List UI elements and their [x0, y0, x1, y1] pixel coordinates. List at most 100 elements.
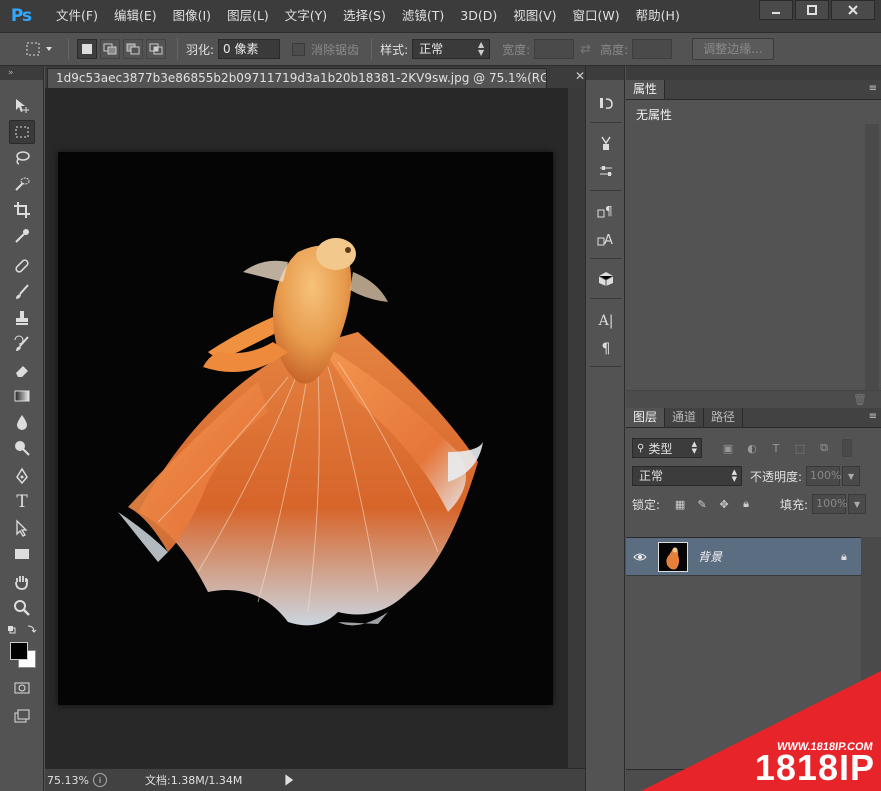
screen-mode-icon[interactable]: [9, 704, 35, 728]
chevron-down-icon[interactable]: ▼: [848, 494, 867, 514]
tab-properties[interactable]: 属性: [626, 80, 666, 99]
quick-selection-tool-icon[interactable]: [9, 172, 35, 196]
width-input[interactable]: [534, 39, 575, 59]
layer-row[interactable]: 背景 🔒︎: [626, 538, 861, 576]
rectangle-shape-tool-icon[interactable]: [9, 542, 35, 566]
shape-layer-filter-icon[interactable]: ⬚: [790, 440, 810, 456]
panel-menu-icon[interactable]: ≡: [869, 411, 877, 422]
tab-layers[interactable]: 图层: [626, 408, 666, 427]
style-select[interactable]: 正常 ▲ ▼: [412, 39, 491, 59]
layer-name[interactable]: 背景: [698, 548, 841, 565]
menu-layer[interactable]: 图层(L): [219, 0, 277, 32]
properties-scrollbar[interactable]: [865, 124, 879, 412]
lasso-tool-icon[interactable]: [9, 146, 35, 170]
layers-footer: [626, 769, 881, 791]
panel-menu-icon[interactable]: ≡: [869, 83, 877, 94]
options-bar: 羽化: 0 像素 消除锯齿 样式: 正常 ▲ ▼ 宽度: ⇄ 高度: 调整边缘..…: [0, 32, 881, 66]
smart-object-filter-icon[interactable]: ⧉: [814, 440, 834, 456]
quick-mask-icon[interactable]: [9, 676, 35, 700]
swap-icon[interactable]: ⇄: [580, 42, 594, 57]
menu-view[interactable]: 视图(V): [505, 0, 564, 32]
add-selection-button[interactable]: [100, 39, 120, 59]
character-styles-panel-icon[interactable]: A: [594, 228, 618, 250]
vertical-scrollbar[interactable]: [568, 88, 585, 768]
healing-brush-tool-icon[interactable]: [9, 254, 35, 278]
tab-paths[interactable]: 路径: [704, 408, 744, 427]
menu-type[interactable]: 文字(Y): [277, 0, 335, 32]
hand-tool-icon[interactable]: [9, 570, 35, 594]
pen-tool-icon[interactable]: [9, 464, 35, 488]
clone-stamp-tool-icon[interactable]: [9, 306, 35, 330]
eyedropper-tool-icon[interactable]: [9, 224, 35, 248]
blend-mode-select[interactable]: 正常 ▲ ▼: [632, 466, 742, 486]
eraser-tool-icon[interactable]: [9, 358, 35, 382]
close-icon[interactable]: ✕: [575, 69, 585, 83]
canvas-area[interactable]: [45, 88, 585, 768]
style-value: 正常: [419, 42, 444, 56]
lock-transparent-pixels-icon[interactable]: ▦: [670, 496, 690, 512]
close-icon[interactable]: [831, 0, 875, 20]
adjustment-layer-filter-icon[interactable]: ◐: [742, 440, 762, 456]
layers-list: 背景 🔒︎: [626, 537, 861, 769]
move-tool-icon[interactable]: [9, 94, 35, 118]
3d-panel-icon[interactable]: [594, 268, 618, 290]
type-tool-icon[interactable]: T: [9, 490, 35, 514]
filter-toggle-switch[interactable]: [842, 439, 852, 457]
eye-icon[interactable]: [626, 552, 654, 562]
refine-edge-button[interactable]: 调整边缘...: [692, 38, 774, 60]
menu-file[interactable]: 文件(F): [48, 0, 106, 32]
history-brush-tool-icon[interactable]: [9, 332, 35, 356]
dodge-tool-icon[interactable]: [9, 436, 35, 460]
swap-colors-icon[interactable]: [8, 624, 38, 636]
toolbar-collapse-icon[interactable]: »: [0, 66, 43, 80]
minimize-icon[interactable]: [759, 0, 793, 20]
foreground-color-swatch[interactable]: [10, 642, 28, 660]
height-input[interactable]: [632, 39, 673, 59]
gradient-tool-icon[interactable]: [9, 384, 35, 408]
color-swatches[interactable]: [10, 642, 38, 670]
feather-input[interactable]: 0 像素: [218, 39, 281, 59]
history-panel-icon[interactable]: [594, 92, 618, 114]
blur-tool-icon[interactable]: [9, 410, 35, 434]
document-tab[interactable]: 1d9c53aec3877b3e86855b2b09711719d3a1b20b…: [47, 68, 547, 88]
menu-help[interactable]: 帮助(H): [628, 0, 688, 32]
trash-icon[interactable]: 🗑: [853, 393, 867, 406]
maximize-icon[interactable]: [795, 0, 829, 20]
paragraph-styles-panel-icon[interactable]: ¶: [594, 200, 618, 222]
tab-channels[interactable]: 通道: [665, 408, 705, 427]
layer-filter-select[interactable]: ⚲ 类型 ▲ ▼: [632, 438, 702, 458]
chevron-down-icon[interactable]: ▼: [842, 466, 861, 486]
subtract-selection-button[interactable]: [123, 39, 143, 59]
fill-input[interactable]: 100%: [812, 494, 848, 514]
type-layer-filter-icon[interactable]: T: [766, 440, 786, 456]
lock-position-icon[interactable]: ✥: [714, 496, 734, 512]
intersect-selection-button[interactable]: [146, 39, 166, 59]
zoom-level[interactable]: 75.13%: [45, 774, 93, 787]
crop-tool-icon[interactable]: [9, 198, 35, 222]
new-selection-button[interactable]: [77, 39, 97, 59]
menu-image[interactable]: 图像(I): [165, 0, 219, 32]
status-menu-arrow-icon[interactable]: [285, 774, 294, 786]
antialias-checkbox[interactable]: [292, 42, 306, 56]
layers-scrollbar[interactable]: [861, 537, 881, 769]
character-panel-icon[interactable]: A|: [594, 310, 618, 332]
pixel-layer-filter-icon[interactable]: ▣: [718, 440, 738, 456]
menu-select[interactable]: 选择(S): [335, 0, 394, 32]
adjustments-panel-icon[interactable]: [594, 160, 618, 182]
menu-3d[interactable]: 3D(D): [452, 0, 505, 32]
zoom-tool-icon[interactable]: [9, 596, 35, 620]
paragraph-panel-icon[interactable]: ¶: [594, 338, 618, 360]
status-info-icon[interactable]: i: [93, 773, 107, 787]
menu-window[interactable]: 窗口(W): [565, 0, 628, 32]
brush-tool-icon[interactable]: [9, 280, 35, 304]
lock-all-icon[interactable]: 🔒︎: [736, 496, 756, 512]
brush-presets-panel-icon[interactable]: [594, 132, 618, 154]
menu-edit[interactable]: 编辑(E): [106, 0, 165, 32]
rect-marquee-tool-icon[interactable]: [9, 120, 35, 144]
path-selection-tool-icon[interactable]: [9, 516, 35, 540]
opacity-input[interactable]: 100%: [806, 466, 842, 486]
menu-filter[interactable]: 滤镜(T): [394, 0, 452, 32]
marquee-preset-picker[interactable]: [20, 38, 60, 60]
document-image[interactable]: [58, 152, 553, 705]
lock-image-pixels-icon[interactable]: ✎: [692, 496, 712, 512]
